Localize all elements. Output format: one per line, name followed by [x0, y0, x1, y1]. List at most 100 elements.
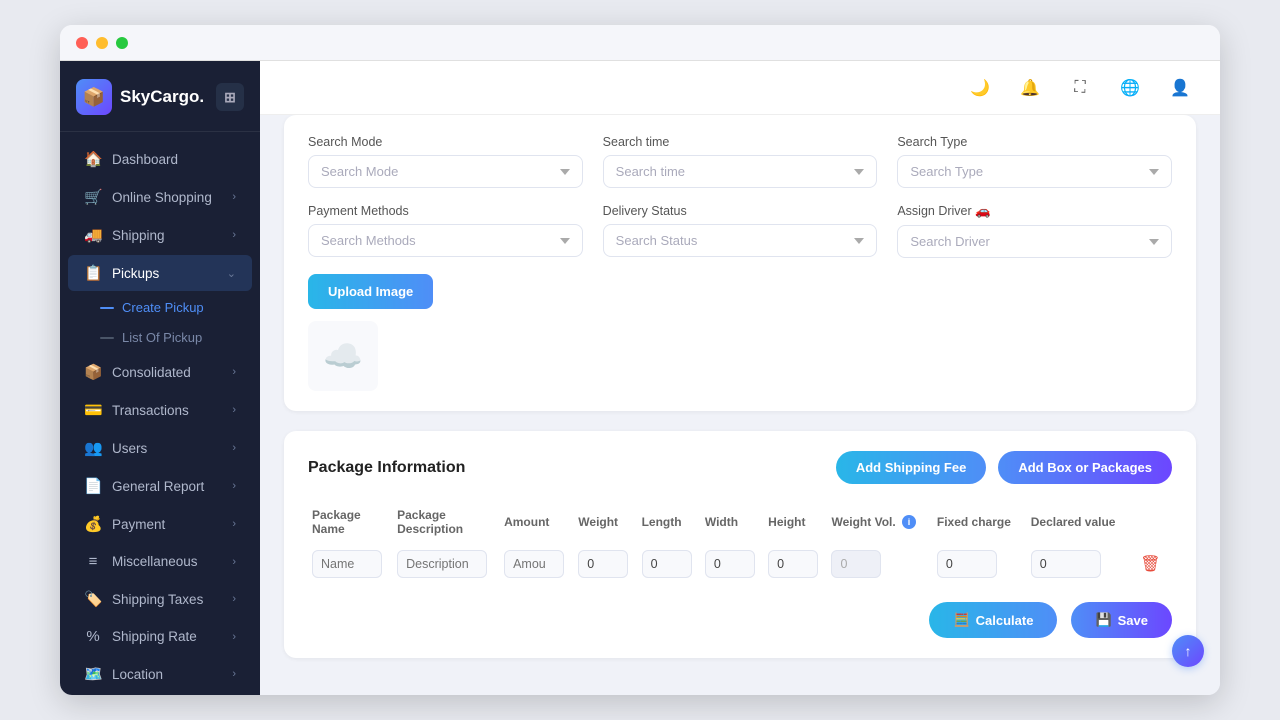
table-header: PackageName PackageDescription Amount We… — [308, 502, 1172, 546]
calculate-button[interactable]: 🧮 Calculate — [929, 602, 1057, 638]
sidebar: 📦 SkyCargo. ⊞ 🏠 Dashboard 🛒 Online Shopp… — [60, 61, 260, 695]
col-height: Height — [764, 502, 827, 546]
upload-image-button[interactable]: Upload Image — [308, 274, 433, 309]
user-button[interactable]: 👤 — [1164, 72, 1196, 104]
card-icon: 💳 — [84, 401, 102, 419]
language-button[interactable]: 🌐 — [1114, 72, 1146, 104]
sidebar-item-shipping-rate[interactable]: % Shipping Rate › — [68, 619, 252, 654]
sidebar-item-pickups[interactable]: 📋 Pickups ⌄ — [68, 255, 252, 291]
type-select[interactable]: Search Type — [897, 155, 1172, 188]
package-header: Package Information Add Shipping Fee Add… — [308, 451, 1172, 484]
minimize-button[interactable] — [96, 37, 108, 49]
sidebar-item-payment[interactable]: 💰 Payment › — [68, 506, 252, 542]
input-length[interactable] — [642, 550, 692, 578]
status-select[interactable]: Search Status — [603, 224, 878, 257]
cell-length — [638, 546, 701, 582]
maximize-button[interactable] — [116, 37, 128, 49]
report-icon: 📄 — [84, 477, 102, 495]
col-weight: Weight — [574, 502, 637, 546]
tax-icon: 🏷️ — [84, 590, 102, 608]
cell-height — [764, 546, 827, 582]
chevron-icon: › — [232, 366, 236, 378]
methods-select[interactable]: Search Methods — [308, 224, 583, 257]
sidebar-item-shipping[interactable]: 🚚 Shipping › — [68, 217, 252, 253]
mode-label: Search Mode — [308, 135, 583, 149]
chevron-icon: › — [232, 229, 236, 241]
chevron-icon: › — [232, 631, 236, 643]
sidebar-sub-create-pickup[interactable]: Create Pickup — [92, 293, 260, 322]
col-declared-value: Declared value — [1027, 502, 1133, 546]
mode-select[interactable]: Search Mode — [308, 155, 583, 188]
cell-weight — [574, 546, 637, 582]
sidebar-item-online-shopping[interactable]: 🛒 Online Shopping › — [68, 179, 252, 215]
add-shipping-fee-button[interactable]: Add Shipping Fee — [836, 451, 987, 484]
sub-label-create-pickup: Create Pickup — [122, 300, 204, 315]
logo-icon: 📦 — [76, 79, 112, 115]
table-row: 🗑 — [308, 546, 1172, 582]
status-group: Delivery Status Search Status — [603, 204, 878, 258]
package-title: Package Information — [308, 459, 465, 477]
sidebar-item-consolidated[interactable]: 📦 Consolidated › — [68, 354, 252, 390]
save-icon: 💾 — [1095, 612, 1111, 628]
sidebar-item-transactions[interactable]: 💳 Transactions › — [68, 392, 252, 428]
dash-icon — [100, 307, 114, 309]
layers-icon: 📦 — [84, 363, 102, 381]
truck-icon: 🚚 — [84, 226, 102, 244]
input-package-name[interactable] — [312, 550, 382, 578]
sidebar-item-miscellaneous[interactable]: ≡ Miscellaneous › — [68, 544, 252, 579]
topbar: 🌙 🔔 ⛶ 🌐 👤 — [260, 61, 1220, 115]
notifications-button[interactable]: 🔔 — [1014, 72, 1046, 104]
titlebar — [60, 25, 1220, 61]
col-weight-vol: Weight Vol. i — [827, 502, 932, 546]
mode-group: Search Mode Search Mode — [308, 135, 583, 188]
time-select[interactable]: Search time — [603, 155, 878, 188]
dark-mode-button[interactable]: 🌙 — [964, 72, 996, 104]
cell-weight-vol — [827, 546, 932, 582]
col-length: Length — [638, 502, 701, 546]
close-button[interactable] — [76, 37, 88, 49]
chevron-icon: › — [232, 593, 236, 605]
sidebar-label-general-report: General Report — [112, 479, 204, 494]
sidebar-item-general-report[interactable]: 📄 General Report › — [68, 468, 252, 504]
input-declared-value[interactable] — [1031, 550, 1101, 578]
input-weight[interactable] — [578, 550, 628, 578]
expand-button[interactable]: ⛶ — [1064, 72, 1096, 104]
chevron-icon: › — [232, 668, 236, 680]
sidebar-item-dashboard[interactable]: 🏠 Dashboard — [68, 141, 252, 177]
sidebar-label-consolidated: Consolidated — [112, 365, 191, 380]
filter-row-2: Payment Methods Search Methods Delivery … — [308, 204, 1172, 258]
main-content: 🌙 🔔 ⛶ 🌐 👤 Search Mode Search Mode — [260, 61, 1220, 695]
input-weight-vol — [831, 550, 881, 578]
driver-select[interactable]: Search Driver — [897, 225, 1172, 258]
cell-declared-value — [1027, 546, 1133, 582]
delete-row-button[interactable]: 🗑 — [1136, 550, 1164, 578]
shopping-icon: 🛒 — [84, 188, 102, 206]
driver-label: Assign Driver 🚗 — [897, 204, 1172, 219]
chevron-icon: › — [232, 442, 236, 454]
sidebar-label-transactions: Transactions — [112, 403, 189, 418]
save-button[interactable]: 💾 Save — [1071, 602, 1172, 638]
col-width: Width — [701, 502, 764, 546]
chevron-down-icon: ⌄ — [227, 267, 236, 280]
methods-label: Payment Methods — [308, 204, 583, 218]
input-height[interactable] — [768, 550, 818, 578]
sidebar-sub-list-of-pickup[interactable]: List Of Pickup — [92, 323, 260, 352]
sidebar-label-shipping-rate: Shipping Rate — [112, 629, 197, 644]
weight-vol-info-icon[interactable]: i — [902, 515, 916, 529]
input-amount[interactable] — [504, 550, 564, 578]
input-width[interactable] — [705, 550, 755, 578]
grid-icon[interactable]: ⊞ — [216, 83, 244, 111]
sub-label-list-of-pickup: List Of Pickup — [122, 330, 202, 345]
scroll-top-button[interactable]: ↑ — [1172, 635, 1204, 667]
input-fixed-charge[interactable] — [937, 550, 997, 578]
sidebar-item-shipping-taxes[interactable]: 🏷️ Shipping Taxes › — [68, 581, 252, 617]
sidebar-item-users[interactable]: 👥 Users › — [68, 430, 252, 466]
filter-row-1: Search Mode Search Mode Search time Sear… — [308, 135, 1172, 188]
chevron-icon: › — [232, 556, 236, 568]
sidebar-label-miscellaneous: Miscellaneous — [112, 554, 198, 569]
app-name: SkyCargo. — [120, 87, 204, 107]
type-label: Search Type — [897, 135, 1172, 149]
add-box-button[interactable]: Add Box or Packages — [998, 451, 1172, 484]
sidebar-item-location[interactable]: 🗺️ Location › — [68, 656, 252, 692]
input-package-desc[interactable] — [397, 550, 487, 578]
